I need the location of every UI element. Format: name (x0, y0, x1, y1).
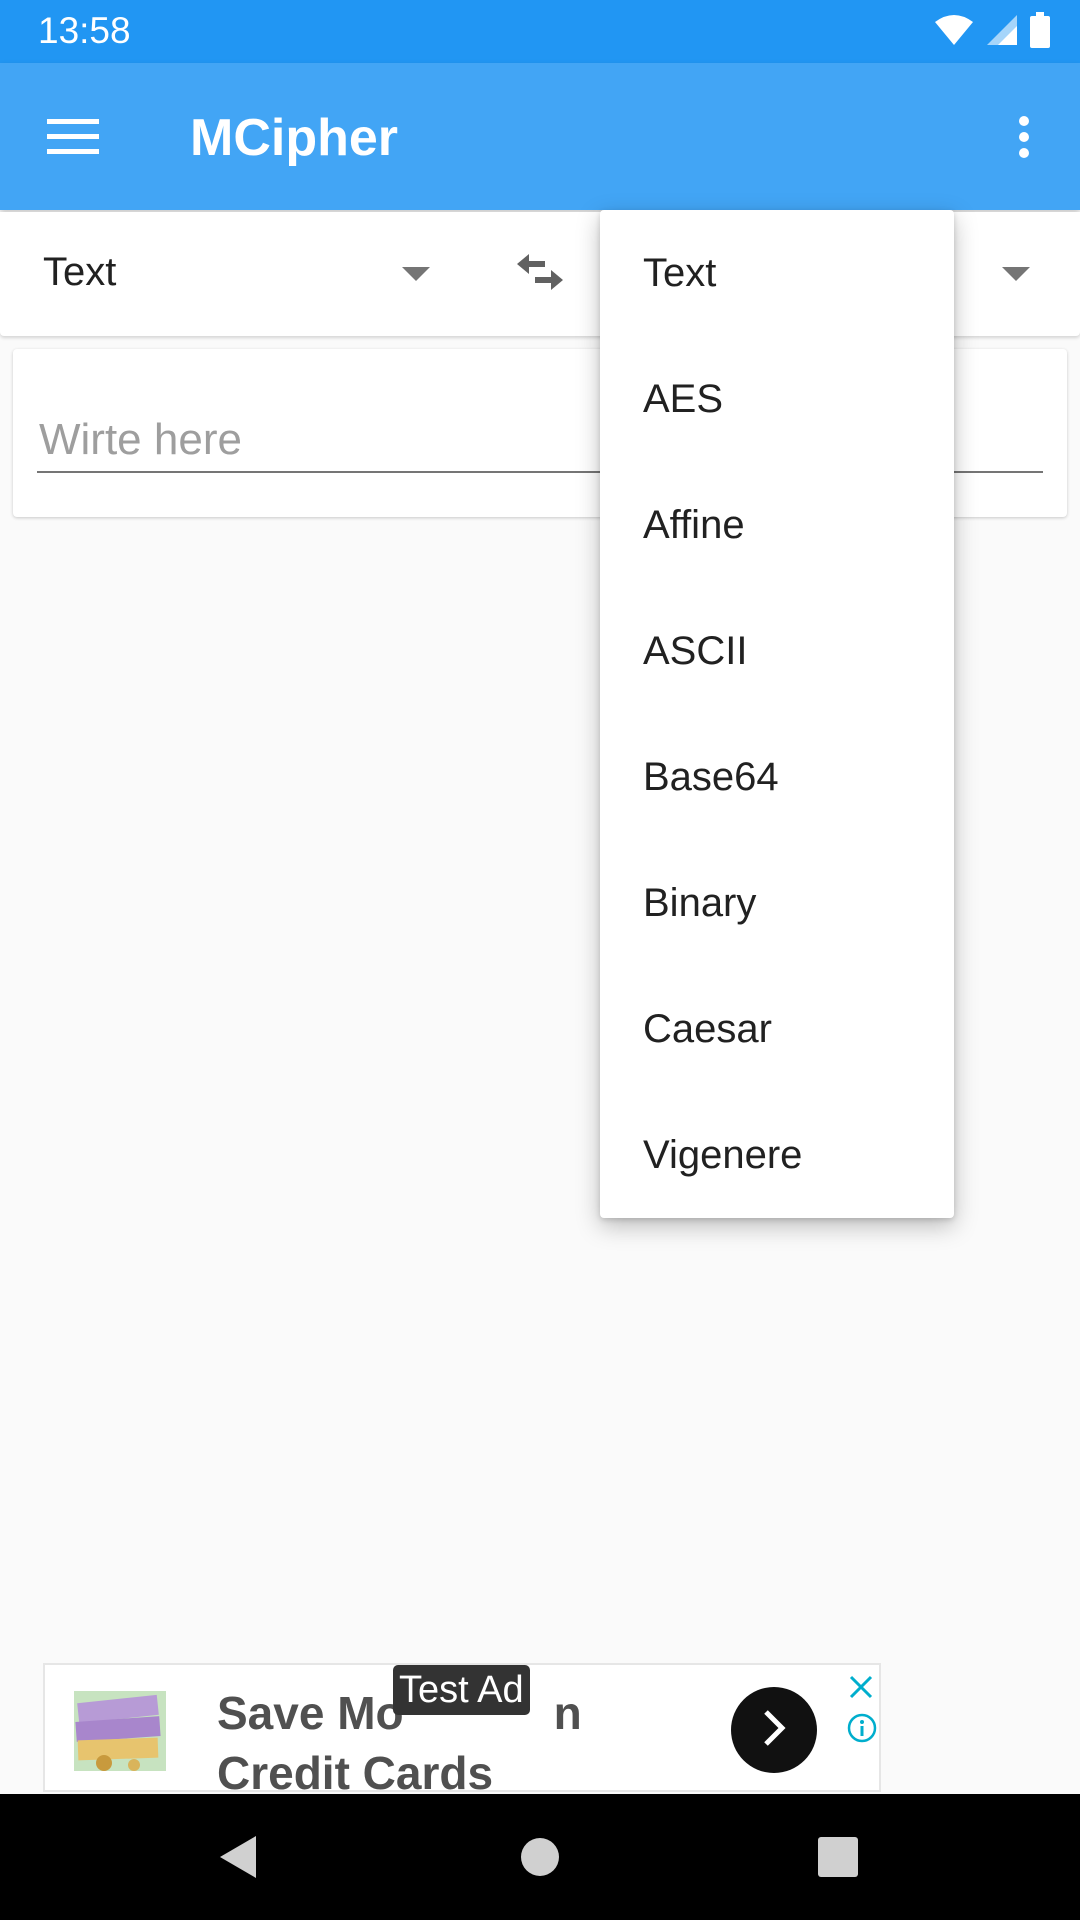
ad-go-button[interactable] (731, 1687, 817, 1773)
battery-icon (1030, 11, 1050, 53)
home-icon[interactable] (500, 1822, 580, 1892)
hamburger-menu-icon[interactable] (26, 103, 120, 170)
status-icons (934, 11, 1050, 53)
status-bar: 13:58 (0, 0, 1080, 63)
info-icon[interactable] (845, 1711, 879, 1745)
app-bar: MCipher (0, 63, 1080, 210)
more-vert-icon[interactable] (996, 107, 1052, 167)
source-cipher-spinner[interactable]: Text (0, 212, 460, 336)
dropdown-item-ascii[interactable]: ASCII (600, 588, 954, 714)
money-image-icon (74, 1685, 166, 1777)
dropdown-item-base64[interactable]: Base64 (600, 714, 954, 840)
app-title: MCipher (190, 109, 398, 167)
recents-icon[interactable] (798, 1822, 878, 1892)
status-time: 13:58 (38, 10, 131, 51)
cell-signal-icon (986, 14, 1018, 51)
chevron-right-icon (760, 1708, 788, 1753)
test-ad-label: Test Ad (393, 1665, 530, 1715)
dropdown-item-aes[interactable]: AES (600, 336, 954, 462)
system-nav-bar (0, 1794, 1080, 1920)
swap-button[interactable] (506, 246, 574, 302)
ad-headline-line1: Save Mo (217, 1687, 404, 1739)
dropdown-item-caesar[interactable]: Caesar (600, 966, 954, 1092)
ad-headline-line1-end: n (553, 1687, 582, 1739)
wifi-icon (934, 14, 974, 51)
dropdown-item-binary[interactable]: Binary (600, 840, 954, 966)
dropdown-arrow-icon (402, 267, 430, 286)
dropdown-item-text[interactable]: Text (600, 210, 954, 336)
cipher-dropdown-menu: Text AES Affine ASCII Base64 Binary Caes… (600, 210, 954, 1218)
swap-horiz-icon (515, 252, 565, 297)
back-icon[interactable] (198, 1822, 278, 1892)
dropdown-item-vigenere[interactable]: Vigenere (600, 1092, 954, 1218)
dropdown-item-affine[interactable]: Affine (600, 462, 954, 588)
source-cipher-value: Text (43, 250, 117, 294)
dropdown-arrow-icon (1002, 267, 1030, 286)
ad-banner[interactable]: Save Mo n Credit Cards Test Ad (43, 1663, 881, 1799)
ad-headline-line2: Credit Cards (217, 1747, 494, 1799)
close-icon[interactable] (845, 1671, 877, 1703)
